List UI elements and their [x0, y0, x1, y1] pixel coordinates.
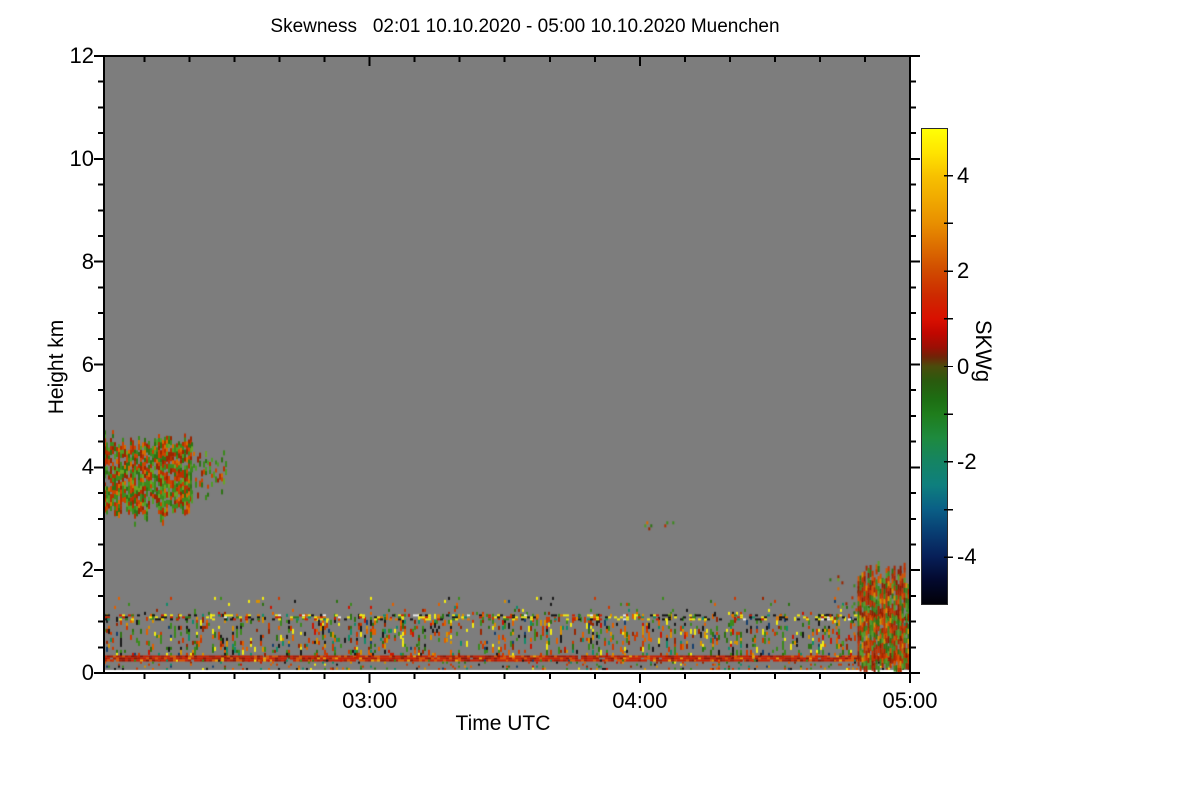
x-tick-label: 03:00 — [342, 688, 398, 713]
y-tick-label: 8 — [81, 248, 94, 274]
heatmap-canvas — [104, 56, 910, 673]
x-tick-label: 04:00 — [612, 688, 668, 713]
x-tick-label: 05:00 — [882, 688, 938, 713]
colorbar-tick-label: 2 — [957, 258, 970, 284]
chart-title: Skewness 02:01 10.10.2020 - 05:00 10.10.… — [270, 16, 780, 37]
y-tick-label: 2 — [81, 557, 94, 583]
y-tick-label: 0 — [81, 660, 94, 685]
colorbar-tick-label: -2 — [957, 448, 977, 474]
y-tick-label: 6 — [81, 351, 94, 377]
colorbar-tick-label: 4 — [957, 162, 970, 188]
skewness-time-height-figure: Skewness 02:01 10.10.2020 - 05:00 10.10.… — [0, 0, 1200, 800]
colorbar-tick-label: -4 — [957, 544, 977, 570]
y-tick-label: 4 — [81, 454, 94, 480]
colorbar-title: SKWg — [971, 319, 996, 383]
colorbar-tick-label: 0 — [957, 353, 970, 379]
x-axis-title: Time UTC — [455, 712, 551, 735]
y-tick-label: 10 — [69, 145, 94, 171]
colorbar-gradient — [921, 128, 948, 605]
y-tick-label: 12 — [69, 43, 94, 68]
